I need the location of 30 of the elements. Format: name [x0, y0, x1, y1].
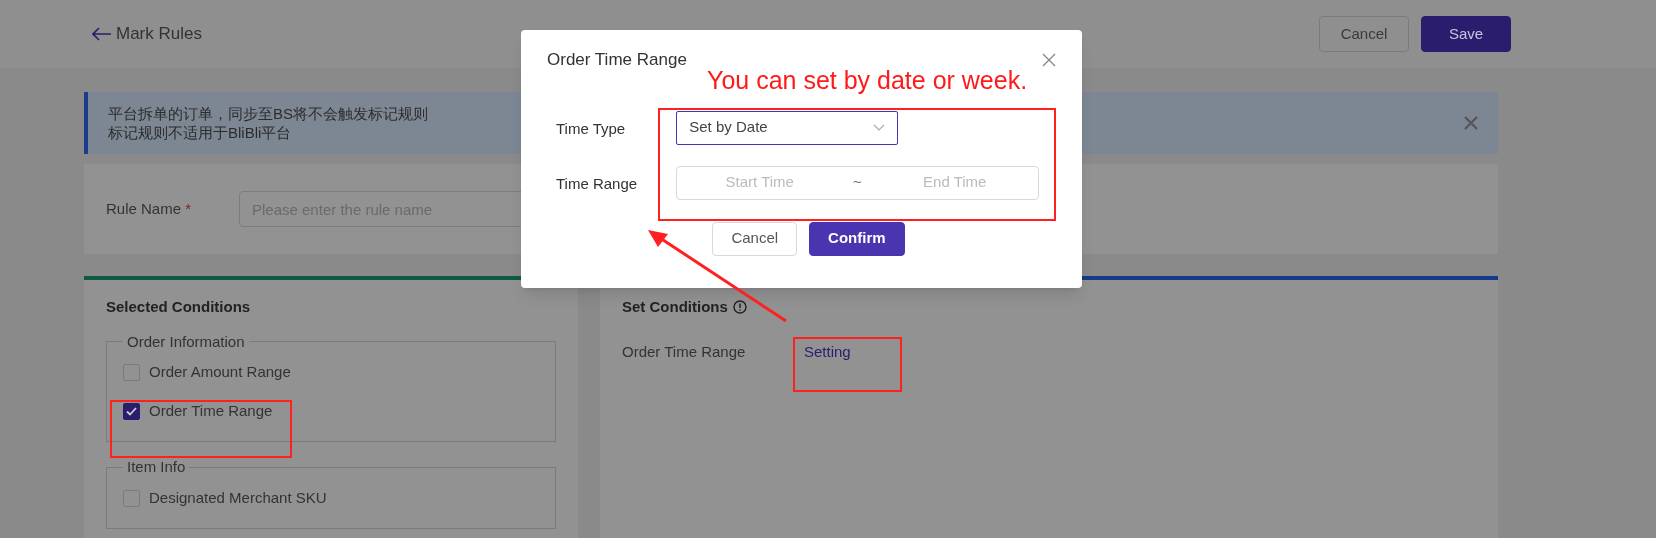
- confirm-button[interactable]: Confirm: [809, 221, 905, 256]
- group-title: Item Info: [126, 457, 187, 477]
- annotation-note: You can set by date or week.: [707, 65, 1028, 96]
- chevron-down-icon: [873, 124, 886, 131]
- time-type-select[interactable]: Set by Date: [676, 110, 899, 145]
- checkbox[interactable]: [123, 403, 140, 420]
- field-label: Time Type: [555, 119, 627, 140]
- time-range-field[interactable]: Start Time ~ End Time: [676, 165, 1040, 200]
- check-icon: [126, 407, 137, 416]
- checkbox-label: Order Time Range: [149, 401, 273, 422]
- setting-link[interactable]: Setting: [804, 340, 851, 363]
- checkbox-label: Designated Merchant SKU: [149, 487, 327, 508]
- card-title: Selected Conditions: [106, 297, 252, 317]
- cancel-button[interactable]: Cancel: [712, 221, 798, 256]
- alert-text: 标记规则不适用于BliBli平台: [108, 123, 293, 142]
- modal-title: Order Time Range: [547, 49, 687, 71]
- field-label: Rule Name *: [106, 198, 193, 219]
- page-title: Mark Rules: [116, 23, 202, 46]
- condition-label: Order Time Range: [622, 341, 747, 362]
- back-arrow-icon[interactable]: [92, 27, 112, 41]
- info-icon[interactable]: [732, 300, 747, 315]
- close-icon[interactable]: [1042, 52, 1056, 67]
- save-button[interactable]: Save: [1421, 16, 1511, 52]
- cancel-button[interactable]: Cancel: [1319, 16, 1409, 52]
- field-label: Time Range: [555, 174, 639, 195]
- card-title: Set Conditions: [622, 297, 728, 317]
- checkbox-label: Order Amount Range: [149, 362, 291, 383]
- group-title: Order Information: [126, 331, 246, 352]
- close-icon[interactable]: [1464, 116, 1478, 130]
- alert-text: 平台拆单的订单，同步至BS将不会触发标记规则: [108, 104, 428, 123]
